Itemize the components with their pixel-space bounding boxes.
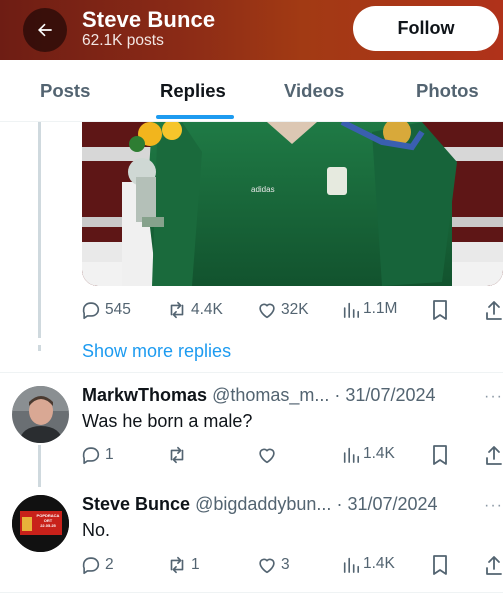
views-chart-icon: [343, 302, 360, 318]
separator-dot: ·: [336, 494, 343, 514]
reply-header: MarkwThomas @thomas_m... · 31/07/2024: [82, 385, 436, 406]
comment-icon: [82, 447, 100, 465]
reply-action[interactable]: 2: [80, 554, 114, 576]
repost-icon: [170, 556, 184, 574]
post-media-image[interactable]: adidas: [82, 122, 503, 286]
comment-icon: [82, 557, 100, 575]
views-action[interactable]: 1.1M: [342, 299, 397, 319]
heart-icon: [259, 558, 275, 574]
bookmark-icon: [433, 555, 447, 575]
author-handle[interactable]: @thomas_m...: [212, 385, 329, 405]
separator-dot: ·: [334, 385, 341, 405]
view-count: 1.4K: [363, 555, 395, 572]
author-name[interactable]: Steve Bunce: [82, 494, 190, 514]
post-actions: 545 4.4K 32K 1.1M: [80, 299, 503, 325]
bookmark-action[interactable]: [430, 554, 450, 576]
like-count: 3: [281, 556, 290, 573]
reply-text: Was he born a male?: [82, 411, 253, 431]
reply-action[interactable]: 1: [80, 444, 114, 466]
post-count: 62.1K posts: [82, 32, 164, 49]
avatar[interactable]: POPDRACA ORT 22.05.25: [12, 495, 69, 552]
author-name[interactable]: MarkwThomas: [82, 385, 207, 405]
tab-photos[interactable]: Photos: [416, 80, 479, 102]
share-icon: [486, 301, 502, 320]
more-options-icon[interactable]: ···: [484, 497, 503, 515]
profile-header: Steve Bunce 62.1K posts Follow: [0, 0, 503, 60]
repost-icon: [170, 301, 184, 319]
more-options-icon[interactable]: ···: [484, 388, 503, 406]
reply-text: No.: [82, 520, 111, 540]
thread-connector-dot: [38, 345, 41, 351]
view-count: 1.4K: [363, 445, 395, 462]
like-action[interactable]: [256, 444, 281, 466]
bookmark-action[interactable]: [430, 299, 450, 321]
bookmark-icon: [433, 445, 447, 465]
back-arrow-icon: [38, 23, 52, 37]
repost-action[interactable]: 4.4K: [166, 299, 223, 321]
reply-count: 2: [105, 556, 114, 573]
thread-connector: [38, 445, 41, 487]
heart-icon: [259, 303, 275, 319]
divider: [0, 592, 503, 593]
share-action[interactable]: [485, 444, 503, 466]
repost-action[interactable]: [166, 444, 191, 466]
share-icon: [486, 556, 502, 575]
like-action[interactable]: 32K: [256, 299, 309, 321]
share-action[interactable]: [485, 554, 503, 576]
profile-name: Steve Bunce: [82, 7, 216, 32]
avatar-poster-text: POPDRACA ORT 22.05.25: [34, 513, 62, 528]
profile-tabs: Posts Replies Videos Photos: [0, 60, 503, 122]
like-count: 32K: [281, 301, 309, 318]
reply-count: 545: [105, 301, 131, 318]
thread-connector: [38, 122, 41, 338]
tab-videos[interactable]: Videos: [284, 80, 344, 102]
views-action[interactable]: 1.4K: [342, 444, 395, 464]
reply-action[interactable]: 545: [80, 299, 131, 321]
views-chart-icon: [343, 557, 360, 573]
avatar-text-line: 22.05.25: [40, 523, 56, 528]
reply-actions: 1 1.4K: [80, 444, 503, 470]
repost-count: 4.4K: [191, 301, 223, 318]
post-date[interactable]: 31/07/2024: [345, 385, 435, 405]
repost-icon: [170, 446, 184, 464]
reply-count: 1: [105, 446, 114, 463]
reply-actions: 2 1 3 1.4K: [80, 554, 503, 580]
bookmark-icon: [433, 300, 447, 320]
show-more-replies-link[interactable]: Show more replies: [82, 341, 231, 362]
svg-text:adidas: adidas: [251, 185, 275, 194]
repost-count: 1: [191, 556, 200, 573]
heart-icon: [259, 448, 275, 464]
view-count: 1.1M: [363, 300, 398, 317]
like-action[interactable]: 3: [256, 554, 290, 576]
views-chart-icon: [343, 447, 360, 463]
follow-button[interactable]: Follow: [353, 6, 499, 51]
user-photo-avatar-icon: [12, 386, 69, 443]
bookmark-action[interactable]: [430, 444, 450, 466]
comment-icon: [82, 302, 100, 320]
boxer-with-medal-photo: adidas: [82, 122, 503, 286]
post-date[interactable]: 31/07/2024: [347, 494, 437, 514]
repost-action[interactable]: 1: [166, 554, 200, 576]
back-button[interactable]: [23, 8, 67, 52]
author-handle[interactable]: @bigdaddybun...: [195, 494, 331, 514]
reply-header: Steve Bunce @bigdaddybun... · 31/07/2024: [82, 494, 438, 515]
divider: [0, 372, 503, 373]
avatar[interactable]: [12, 386, 69, 443]
active-tab-indicator: [156, 115, 234, 119]
tab-replies[interactable]: Replies: [160, 80, 226, 102]
share-action[interactable]: [485, 299, 503, 321]
views-action[interactable]: 1.4K: [342, 554, 395, 574]
tab-posts[interactable]: Posts: [40, 80, 90, 102]
share-icon: [486, 446, 502, 465]
